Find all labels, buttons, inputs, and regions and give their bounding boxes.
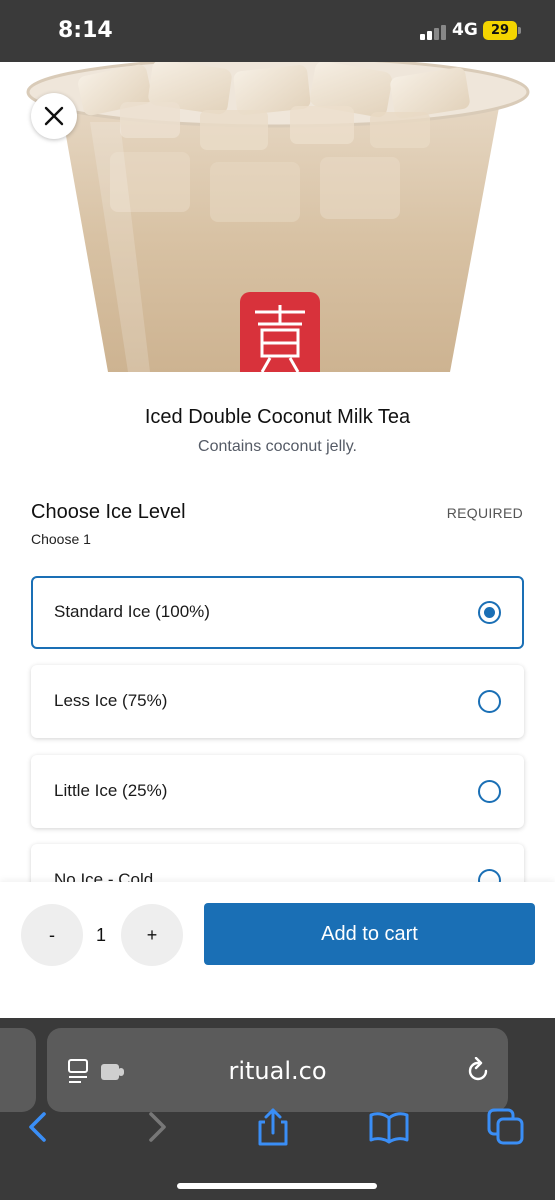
decrement-button[interactable]: - xyxy=(21,904,83,966)
option-label: Standard Ice (100%) xyxy=(54,602,210,621)
screen: 8:14 4G 29 Iced Double Coconut Milk Tea … xyxy=(0,0,555,1200)
status-time: 8:14 xyxy=(58,18,113,43)
product-title: Iced Double Coconut Milk Tea xyxy=(144,406,411,428)
choose-count-label: Choose 1 xyxy=(31,531,91,547)
address-bar[interactable]: ritual.co xyxy=(47,1028,508,1112)
book-icon[interactable] xyxy=(368,1106,410,1148)
radio-selected[interactable] xyxy=(478,601,501,624)
increment-button[interactable]: + xyxy=(121,904,183,966)
home-indicator[interactable] xyxy=(177,1183,377,1189)
battery-icon: 29 xyxy=(483,21,517,40)
action-bar: - 1 + Add to cart xyxy=(0,882,555,1018)
signal-icon xyxy=(420,24,448,40)
chevron-left-icon[interactable] xyxy=(18,1106,60,1148)
reload-icon[interactable] xyxy=(464,1057,492,1085)
tabs-icon[interactable] xyxy=(485,1106,527,1148)
option-label: Little Ice (25%) xyxy=(54,781,168,800)
status-bar: 8:14 4G 29 xyxy=(0,0,555,62)
radio-unselected[interactable] xyxy=(478,780,501,803)
browser-chrome: ritual.co xyxy=(0,1018,555,1200)
option-label: Less Ice (75%) xyxy=(54,691,168,710)
close-button[interactable] xyxy=(31,93,77,139)
required-label: REQUIRED xyxy=(446,505,523,521)
close-icon xyxy=(44,106,64,126)
radio-dot xyxy=(484,607,495,618)
option-standard-ice[interactable]: Standard Ice (100%) xyxy=(31,576,524,649)
radio-unselected[interactable] xyxy=(478,690,501,713)
add-to-cart-button[interactable]: Add to cart xyxy=(204,903,535,965)
url-text: ritual.co xyxy=(228,1057,327,1085)
quantity-value: 1 xyxy=(95,925,106,945)
product-image xyxy=(0,62,555,372)
option-little-ice[interactable]: Little Ice (25%) xyxy=(31,755,524,828)
network-type: 4G xyxy=(452,20,478,40)
share-icon[interactable] xyxy=(252,1106,294,1148)
option-less-ice[interactable]: Less Ice (75%) xyxy=(31,665,524,738)
previous-tab[interactable] xyxy=(0,1028,36,1112)
chevron-right-icon[interactable] xyxy=(136,1106,178,1148)
product-description: Contains coconut jelly. xyxy=(198,438,357,455)
ice-level-heading: Choose Ice Level xyxy=(31,501,186,523)
battery-nub xyxy=(518,27,521,34)
